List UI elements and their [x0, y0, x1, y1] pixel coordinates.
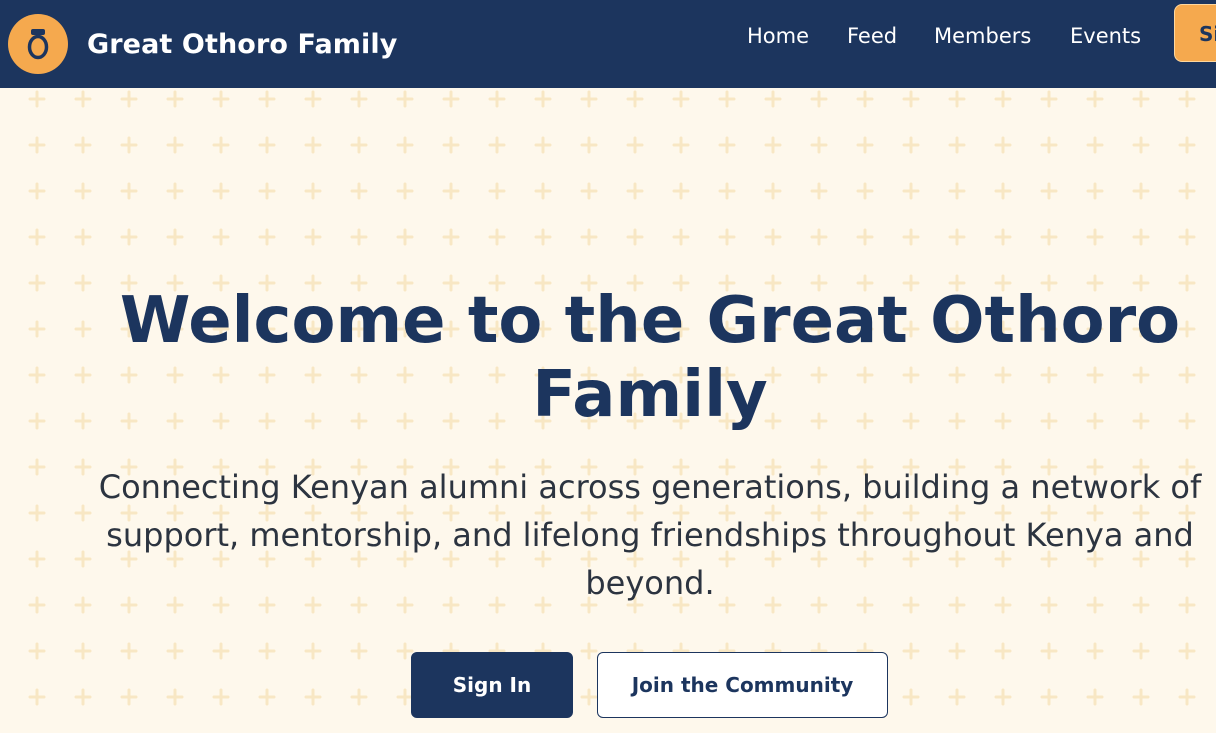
sign-up-button[interactable]: Si — [1174, 4, 1216, 62]
top-navbar: Great Othoro Family Home Feed Members Ev… — [0, 0, 1216, 88]
hero-subtitle: Connecting Kenyan alumni across generati… — [98, 468, 1202, 602]
sign-in-button[interactable]: Sign In — [411, 652, 573, 718]
nav-feed-link[interactable]: Feed — [847, 20, 897, 52]
nav-home-link[interactable]: Home — [747, 20, 809, 52]
nav-events-link[interactable]: Events — [1070, 20, 1141, 52]
site-name: Great Othoro Family — [87, 28, 398, 60]
nav-members-link[interactable]: Members — [934, 20, 1031, 52]
o-letter-icon — [8, 14, 68, 74]
brand[interactable]: Great Othoro Family — [8, 12, 397, 76]
hero-title: Welcome to the Great Othoro Family — [119, 284, 1181, 432]
hero-section: Welcome to the Great Othoro Family Conne… — [0, 88, 1216, 733]
join-community-button[interactable]: Join the Community — [597, 652, 888, 718]
